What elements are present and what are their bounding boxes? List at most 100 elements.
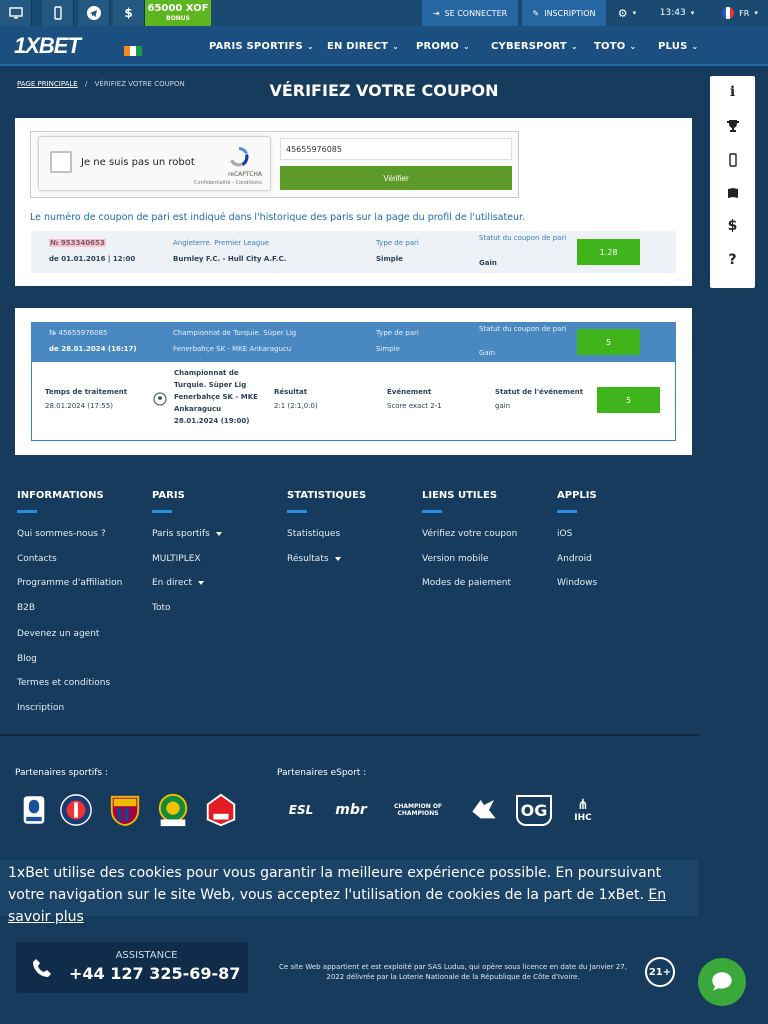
- settings-button[interactable]: ⚙ ▾: [608, 0, 646, 26]
- nav-paris-sportifs[interactable]: PARIS SPORTIFS ⌄: [209, 26, 314, 66]
- footer-link[interactable]: MULTIPLEX: [152, 554, 201, 564]
- book-icon[interactable]: [710, 177, 755, 209]
- nav-label: TOTO: [594, 40, 626, 52]
- result-coupon-date: de 28.01.2024 (16:17): [49, 345, 137, 353]
- recaptcha-checkbox[interactable]: [50, 151, 72, 173]
- serie-a-logo[interactable]: [20, 792, 48, 828]
- og-logo[interactable]: OG: [515, 792, 553, 828]
- og-label: OG: [515, 794, 553, 826]
- coupon-number-input[interactable]: [280, 138, 512, 160]
- info-icon[interactable]: i: [710, 76, 755, 108]
- footer-link[interactable]: Programme d'affiliation: [17, 578, 122, 588]
- football-icon: [153, 392, 167, 406]
- link-label: En direct: [152, 578, 192, 588]
- register-button[interactable]: ✎ INSCRIPTION: [522, 0, 606, 26]
- footer-link[interactable]: Qui sommes-nous ?: [17, 529, 106, 539]
- support-phone[interactable]: +44 127 325-69-87: [69, 964, 240, 983]
- cookie-text: 1xBet utilise des cookies pour vous gara…: [8, 865, 662, 903]
- recaptcha-label: Je ne suis pas un robot: [81, 157, 195, 168]
- caret-down-icon: [215, 531, 222, 536]
- caf-logo[interactable]: [154, 792, 192, 828]
- result-odds-badge: 5: [577, 329, 640, 355]
- result-event-row: Temps de traitement 28.01.2024 (17:55) C…: [31, 362, 676, 441]
- footer-link[interactable]: Vérifiez votre coupon: [422, 529, 517, 539]
- page-title: VÉRIFIEZ VOTRE COUPON: [269, 81, 499, 100]
- result-header-row: № 45655976085 de 28.01.2024 (16:17) Cham…: [31, 322, 676, 362]
- ihc-mark-icon: ⋔: [577, 797, 589, 813]
- footer-link[interactable]: Statistiques: [287, 529, 340, 539]
- trophy-icon[interactable]: [710, 110, 755, 142]
- footer-link[interactable]: Windows: [557, 578, 597, 588]
- footer-link[interactable]: Résultats: [287, 554, 341, 564]
- result-value: 2:1 (2:1,0:0): [274, 402, 318, 410]
- chat-button[interactable]: [698, 958, 746, 1006]
- support-box[interactable]: ASSISTANCE +44 127 325-69-87: [16, 942, 248, 993]
- footer-title-applis: APPLIS: [557, 490, 597, 501]
- footer-link[interactable]: Inscription: [17, 703, 64, 713]
- footer-link[interactable]: Contacts: [17, 554, 57, 564]
- login-button[interactable]: ⇥ SE CONNECTER: [422, 0, 518, 26]
- chevron-down-icon: ⌄: [306, 41, 314, 51]
- dollar-icon[interactable]: $: [710, 210, 755, 242]
- flag-fr-icon: [722, 7, 735, 19]
- dollar-icon[interactable]: $: [113, 0, 145, 26]
- result-bet-type-label: Type de pari: [376, 329, 419, 337]
- footer-link[interactable]: Version mobile: [422, 554, 488, 564]
- time-display: 13:43: [659, 8, 686, 18]
- event-details: Championnat de Turquie. Süper Lig Fenerb…: [174, 369, 258, 425]
- footer-link[interactable]: Blog: [17, 654, 37, 664]
- mobile-icon[interactable]: [42, 0, 74, 26]
- result-league: Championnat de Turquie. Süper Lig: [173, 329, 297, 337]
- footer-link[interactable]: En direct: [152, 578, 204, 588]
- nav-label: PLUS: [658, 40, 688, 52]
- mobile-icon[interactable]: [710, 144, 755, 176]
- event-label: Événement: [387, 388, 432, 396]
- nav-toto[interactable]: TOTO ⌄: [594, 26, 636, 66]
- result-status: Gain: [479, 349, 496, 357]
- team-spirit-logo[interactable]: [465, 792, 503, 828]
- mibr-logo[interactable]: mbr: [331, 792, 371, 828]
- champion-of-champions-logo[interactable]: CHAMPION OF CHAMPIONS: [382, 792, 454, 828]
- register-label: INSCRIPTION: [544, 8, 596, 18]
- footer-underline: [422, 510, 442, 513]
- bonus-badge[interactable]: 65000 XOF BONUS: [145, 0, 211, 26]
- footer-link[interactable]: B2B: [17, 603, 35, 613]
- footer-link[interactable]: Toto: [152, 603, 171, 613]
- processing-time: 28.01.2024 (17:55): [45, 402, 113, 410]
- barcelona-logo[interactable]: [106, 792, 144, 828]
- nav-cybersport[interactable]: CYBERSPORT ⌄: [491, 26, 578, 66]
- site-logo[interactable]: 1XBET: [14, 33, 81, 59]
- nav-label: PROMO: [416, 40, 459, 52]
- telegram-icon[interactable]: [78, 0, 110, 26]
- chevron-down-icon: ⌄: [462, 41, 470, 51]
- footer-title-statistiques: STATISTIQUES: [287, 490, 367, 501]
- language-selector[interactable]: FR ▾: [712, 0, 768, 26]
- verify-button[interactable]: Vérifier: [280, 166, 512, 190]
- footer-link[interactable]: Termes et conditions: [17, 678, 110, 688]
- ihc-logo[interactable]: ⋔ IHC: [564, 792, 602, 828]
- footer-link[interactable]: Paris sportifs: [152, 529, 222, 539]
- nav-en-direct[interactable]: EN DIRECT ⌄: [327, 26, 399, 66]
- nav-plus[interactable]: PLUS ⌄: [658, 26, 698, 66]
- nav-label: EN DIRECT: [327, 40, 389, 52]
- bonus-amount: 65000 XOF: [147, 3, 209, 14]
- gear-icon: ⚙: [617, 6, 628, 20]
- result-coupon-number: № 45655976085: [49, 329, 108, 337]
- country-flag-icon: [124, 46, 142, 56]
- recaptcha-legal[interactable]: Confidentialité - Conditions: [194, 180, 262, 186]
- help-icon[interactable]: ?: [710, 244, 755, 276]
- example-coupon-number: № 953340653: [49, 239, 106, 247]
- nav-label: CYBERSPORT: [491, 40, 567, 52]
- nav-promo[interactable]: PROMO ⌄: [416, 26, 470, 66]
- desktop-icon[interactable]: [0, 0, 32, 26]
- footer-link[interactable]: Android: [557, 554, 592, 564]
- footer-link[interactable]: Modes de paiement: [422, 578, 511, 588]
- psg-logo[interactable]: [58, 792, 94, 828]
- esl-logo[interactable]: ESL: [281, 792, 321, 828]
- footer-link[interactable]: Devenez un agent: [17, 629, 99, 639]
- footer-link[interactable]: iOS: [557, 529, 572, 539]
- chevron-down-icon: ▾: [690, 9, 695, 17]
- esport-partners-title: Partenaires eSport :: [277, 768, 367, 778]
- losc-logo[interactable]: [202, 792, 240, 828]
- time-selector[interactable]: 13:43 ▾: [650, 0, 704, 26]
